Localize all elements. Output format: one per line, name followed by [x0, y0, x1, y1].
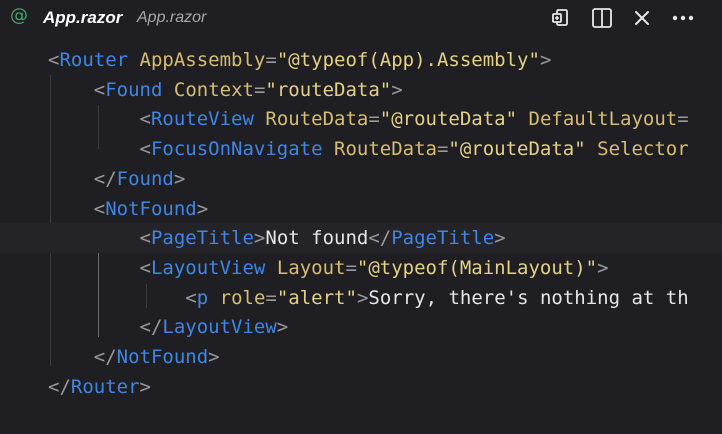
open-changes-button[interactable] [547, 5, 573, 31]
code-line[interactable]: <Found Context="routeData"> [0, 75, 722, 105]
code-line-text: </Router> [48, 375, 151, 398]
code-line-text: <Router AppAssembly="@typeof(App).Assemb… [48, 49, 552, 71]
code-line-text: <RouteView RouteData="@routeData" Defaul… [139, 108, 689, 131]
code-line[interactable]: </Found> [0, 164, 722, 194]
code-line[interactable]: <PageTitle>Not found</PageTitle> [0, 223, 722, 254]
more-actions-icon [672, 15, 694, 21]
code-line-text: <NotFound> [93, 197, 209, 220]
tab-description: App.razor [137, 9, 207, 26]
code-line-text: <LayoutView Layout="@typeof(MainLayout)"… [139, 256, 609, 279]
code-line[interactable]: <LayoutView Layout="@typeof(MainLayout)"… [0, 253, 722, 283]
code-line[interactable]: <NotFound> [0, 194, 722, 224]
razor-file-icon: @ [10, 5, 28, 26]
code-line[interactable]: </Router> [0, 372, 722, 402]
code-line-text: <Found Context="routeData"> [93, 78, 403, 101]
code-editor[interactable]: <Router AppAssembly="@typeof(App).Assemb… [0, 36, 722, 434]
code-line-text: <FocusOnNavigate RouteData="@routeData" … [139, 138, 689, 161]
code-line-text: <PageTitle>Not found</PageTitle> [139, 227, 506, 250]
code-line-text: <p role="alert">Sorry, there's nothing a… [185, 286, 689, 309]
editor-tab-bar: @ App.razor App.razor [0, 0, 722, 36]
code-line[interactable]: </LayoutView> [0, 312, 722, 342]
code-line[interactable]: <RouteView RouteData="@routeData" Defaul… [0, 104, 722, 134]
code-line[interactable]: <Router AppAssembly="@typeof(App).Assemb… [0, 45, 722, 75]
split-editor-button[interactable] [589, 5, 615, 31]
close-tab-button[interactable] [629, 5, 655, 31]
code-line-text: </NotFound> [93, 346, 220, 368]
code-line[interactable]: </NotFound> [0, 342, 722, 372]
close-icon [635, 11, 649, 25]
editor-window: @ App.razor App.razor <Router AppAssembl… [0, 0, 722, 434]
tab-title[interactable]: App.razor [43, 8, 122, 28]
code-line-text: </Found> [93, 167, 186, 190]
more-actions-button[interactable] [670, 5, 696, 31]
code-line[interactable]: <p role="alert">Sorry, there's nothing a… [0, 283, 722, 313]
open-changes-icon [552, 9, 568, 26]
code-line[interactable]: <FocusOnNavigate RouteData="@routeData" … [0, 134, 722, 164]
split-editor-icon [592, 8, 612, 28]
code-line-text: </LayoutView> [139, 316, 289, 339]
